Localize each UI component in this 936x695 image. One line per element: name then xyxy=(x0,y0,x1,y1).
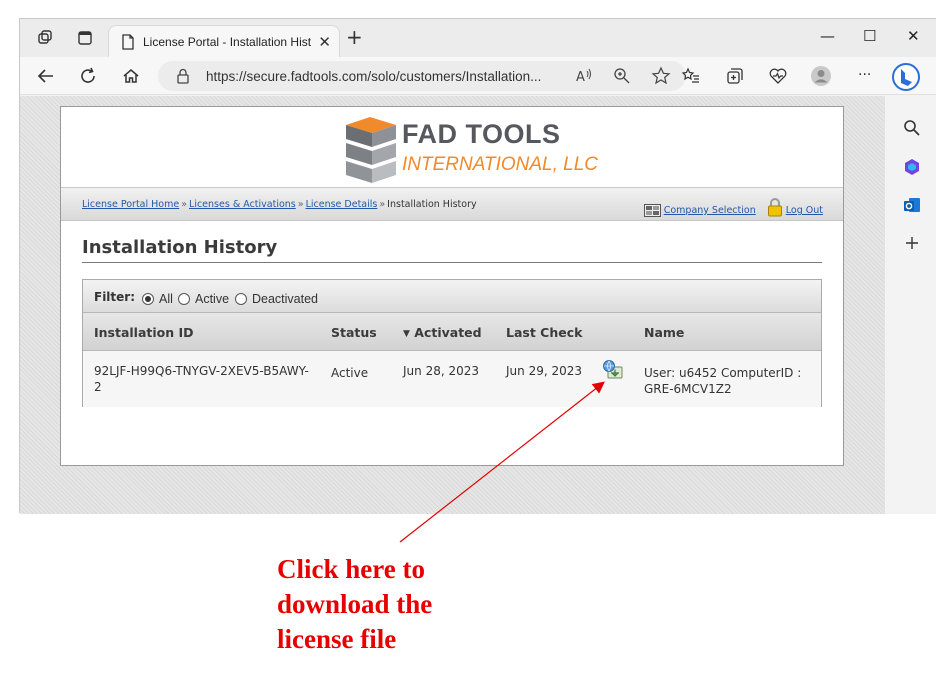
search-icon[interactable] xyxy=(902,118,922,138)
url-bar[interactable]: https://secure.fadtools.com/solo/custome… xyxy=(158,61,686,91)
lock-icon[interactable] xyxy=(176,68,190,84)
download-license-icon[interactable] xyxy=(602,360,624,380)
table-header: Installation ID Status ▼ Activated Last … xyxy=(83,313,821,351)
table-row: 92LJF-H99Q6-TNYGV-2XEV5-B5AWY- 2 Active … xyxy=(83,351,821,407)
sort-down-icon: ▼ xyxy=(403,329,410,339)
callout-line-2: download the xyxy=(277,589,433,619)
name-line1: User: u6452 ComputerID : xyxy=(644,366,802,380)
logo-subtitle: INTERNATIONAL, LLC xyxy=(402,154,599,175)
page-viewport: FAD TOOLS INTERNATIONAL, LLC License Por… xyxy=(20,96,884,514)
breadcrumb-home-link[interactable]: License Portal Home xyxy=(82,199,179,210)
read-aloud-icon[interactable]: A xyxy=(574,66,594,86)
col-activated-label: Activated xyxy=(414,325,482,340)
breadcrumb-separator: » xyxy=(379,199,386,210)
collections-icon[interactable] xyxy=(725,66,745,86)
padlock-icon xyxy=(767,198,782,217)
address-bar: https://secure.fadtools.com/solo/custome… xyxy=(20,57,936,95)
logo-cube-icon xyxy=(346,117,396,183)
home-icon[interactable] xyxy=(121,66,141,86)
url-text: https://secure.fadtools.com/solo/custome… xyxy=(206,69,542,84)
page-title: Installation History xyxy=(82,237,822,263)
company-selection-link[interactable]: Company Selection xyxy=(664,205,756,216)
name-cell: User: u6452 ComputerID : GRE-6MCV1Z2 xyxy=(644,365,801,397)
installation-id-line1: 92LJF-H99Q6-TNYGV-2XEV5-B5AWY- xyxy=(94,364,309,378)
breadcrumb-license-details-link[interactable]: License Details xyxy=(306,199,378,210)
col-activated[interactable]: ▼ Activated xyxy=(403,325,482,340)
bing-copilot-icon[interactable] xyxy=(890,62,922,92)
profile-avatar[interactable] xyxy=(810,65,832,87)
new-tab-button[interactable]: + xyxy=(346,27,363,47)
account-links: Company Selection Log Out xyxy=(643,194,823,217)
filter-active-label[interactable]: Active xyxy=(195,292,229,306)
tab-actions-icon[interactable] xyxy=(76,29,94,47)
activated-cell: Jun 28, 2023 xyxy=(403,364,480,378)
filter-all-radio[interactable] xyxy=(142,293,154,305)
maximize-button[interactable]: ☐ xyxy=(863,27,876,45)
logo-title: FAD TOOLS xyxy=(402,119,561,149)
favorite-star-icon[interactable] xyxy=(651,66,671,86)
filter-deactivated-radio[interactable] xyxy=(235,293,247,305)
breadcrumb-licenses-link[interactable]: Licenses & Activations xyxy=(189,199,296,210)
installation-grid: Filter: All Active Deactivated Installat… xyxy=(82,279,822,407)
fad-tools-logo: FAD TOOLS INTERNATIONAL, LLC xyxy=(342,113,598,183)
filter-deactivated-label[interactable]: Deactivated xyxy=(252,292,318,306)
page-icon xyxy=(122,34,134,50)
tab-license-portal[interactable]: License Portal - Installation Histo ✕ xyxy=(108,25,340,57)
outlook-icon[interactable] xyxy=(902,195,922,215)
breadcrumb-separator: » xyxy=(181,199,188,210)
tab-bar: License Portal - Installation Histo ✕ + … xyxy=(20,19,936,57)
close-window-button[interactable]: ✕ xyxy=(907,27,920,45)
col-name[interactable]: Name xyxy=(644,325,684,340)
zoom-icon[interactable] xyxy=(612,66,632,86)
callout-line-1: Click here to xyxy=(277,554,425,584)
col-installation-id[interactable]: Installation ID xyxy=(94,325,194,340)
status-cell: Active xyxy=(331,366,369,380)
filter-label: Filter: xyxy=(94,290,136,304)
edge-sidebar xyxy=(884,96,936,514)
log-out-link[interactable]: Log Out xyxy=(786,205,823,216)
annotation-callout: Click here to download the license file xyxy=(277,552,577,657)
installation-id-cell: 92LJF-H99Q6-TNYGV-2XEV5-B5AWY- 2 xyxy=(94,363,319,395)
add-sidebar-app-icon[interactable] xyxy=(902,233,922,253)
callout-line-3: license file xyxy=(277,624,397,654)
close-tab-icon[interactable]: ✕ xyxy=(318,33,331,51)
browser-essentials-icon[interactable] xyxy=(768,66,788,86)
tab-title: License Portal - Installation Histo xyxy=(143,35,311,49)
favorites-icon[interactable] xyxy=(681,66,701,86)
name-line2: GRE-6MCV1Z2 xyxy=(644,382,732,396)
minimize-button[interactable]: — xyxy=(820,27,835,45)
portal-page: FAD TOOLS INTERNATIONAL, LLC License Por… xyxy=(60,106,844,466)
breadcrumb-bar: License Portal Home» Licenses & Activatio… xyxy=(61,187,843,221)
breadcrumb-current: Installation History xyxy=(387,199,477,210)
breadcrumb-separator: » xyxy=(297,199,304,210)
workspaces-icon[interactable] xyxy=(36,29,54,47)
copilot-icon[interactable] xyxy=(902,157,922,177)
breadcrumb: License Portal Home» Licenses & Activatio… xyxy=(82,199,477,210)
company-grid-icon xyxy=(643,204,661,217)
refresh-icon[interactable] xyxy=(78,66,98,86)
svg-text:A: A xyxy=(576,70,585,85)
filter-bar: Filter: All Active Deactivated xyxy=(83,280,821,313)
browser-window: License Portal - Installation Histo ✕ + … xyxy=(19,18,936,514)
back-arrow-icon[interactable] xyxy=(36,66,56,86)
col-status[interactable]: Status xyxy=(331,325,377,340)
filter-all-label[interactable]: All xyxy=(159,292,173,306)
more-menu-icon[interactable]: ··· xyxy=(858,67,871,83)
col-last-check[interactable]: Last Check xyxy=(506,325,582,340)
installation-id-line2: 2 xyxy=(94,380,102,394)
last-check-cell: Jun 29, 2023 xyxy=(506,364,583,378)
filter-active-radio[interactable] xyxy=(178,293,190,305)
